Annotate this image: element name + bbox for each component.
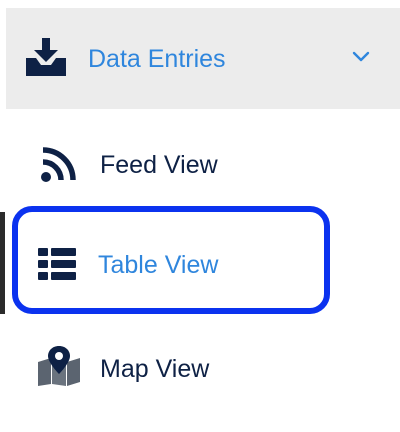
rss-feed-icon (40, 147, 76, 183)
nav-label-feed-view: Feed View (100, 151, 218, 179)
active-indicator-bar (0, 212, 5, 314)
nav-label-table-view: Table View (98, 251, 219, 279)
table-list-icon (38, 248, 76, 280)
data-entries-label: Data Entries (88, 45, 226, 73)
map-marker-icon (38, 346, 80, 386)
nav-item-table-view[interactable]: Table View (0, 206, 400, 314)
data-entries-header[interactable]: Data Entries (6, 8, 400, 109)
chevron-down-icon[interactable] (351, 50, 371, 64)
nav-label-map-view: Map View (100, 355, 210, 383)
nav-item-map-view[interactable]: Map View (0, 320, 400, 416)
download-tray-icon (24, 38, 68, 78)
nav-item-feed-view[interactable]: Feed View (0, 117, 400, 213)
